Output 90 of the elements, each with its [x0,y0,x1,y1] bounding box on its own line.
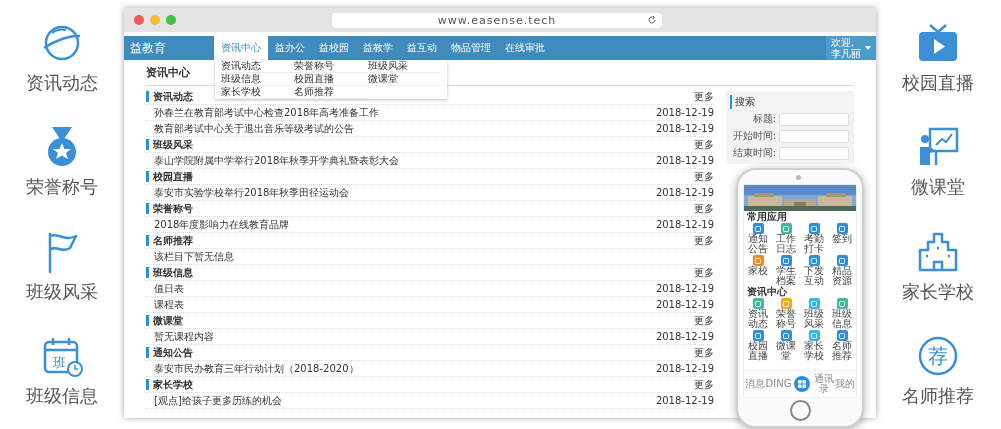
section-title: 资讯动态 [146,91,193,102]
section-title: 班级风采 [146,139,193,150]
field-label: 开始时间: [731,129,776,143]
section-title: 家长学校 [146,379,193,390]
app-shortcut[interactable]: 荣誉称号 [772,298,800,329]
app-shortcut[interactable]: 下发互动 [800,255,828,286]
nav-tab[interactable]: 物品管理 [444,36,498,60]
more-link[interactable]: 更多 [694,377,714,392]
feature-label: 名师推荐 [902,383,974,408]
news-date: 2018-12-19 [655,363,714,374]
section-title: 通知公告 [146,347,193,358]
section-title: 资讯中心 [746,286,787,298]
app-shortcut[interactable]: 班级信息 [828,298,856,329]
app-shortcut[interactable]: 学生档案 [772,255,800,286]
section-title: 班级信息 [146,267,193,278]
menu-item[interactable]: 荣誉称号 [294,60,368,73]
address-bar[interactable]: www.easense.tech [332,12,662,28]
menu-item[interactable]: 班级信息 [221,73,295,86]
app-shortcut[interactable]: 签到 [828,223,856,254]
news-date: 2018-12-19 [655,155,714,166]
news-date: 2018-12-19 [655,107,714,118]
more-link[interactable]: 更多 [694,169,714,184]
menu-item[interactable]: 资讯动态 [221,60,295,73]
app-logo: 益教育 [129,39,167,57]
menu-item[interactable]: 家长学校 [221,86,295,99]
app-shortcut[interactable]: 精品资源 [828,255,856,286]
feature-label: 班级风采 [26,279,98,304]
nav-tab[interactable]: 益校园 [312,36,356,60]
feature-label: 荣誉称号 [26,175,98,200]
nav-tab[interactable]: 资讯中心 [214,36,268,60]
section-title: 微课堂 [146,315,183,326]
news-title[interactable]: 2018年度影响力在线教育品牌 [154,217,290,232]
feature-label: 微课堂 [911,175,965,200]
news-date: 2018-12-19 [655,123,714,134]
feature-label: 家长学校 [902,279,974,304]
menu-item[interactable]: 名师推荐 [294,86,368,99]
feature-label: 校园直播 [902,71,974,96]
news-title[interactable]: 课程表 [154,297,184,312]
more-link[interactable]: 更多 [694,89,714,104]
app-shortcut[interactable]: 工作日志 [772,223,800,254]
app-shortcut[interactable]: 名师推荐 [828,330,856,361]
nav-tab[interactable]: 在线审批 [498,36,552,60]
tab-item[interactable]: DING [765,379,792,389]
field-label: 结束时间: [731,146,776,160]
news-title[interactable]: [观点]给孩子更多历练的机会 [154,393,282,408]
section-title: 荣誉称号 [146,203,193,214]
field-label: 标题: [751,112,776,126]
feature-label: 班级信息 [26,383,98,408]
news-title[interactable]: 暂无课程内容 [154,329,214,344]
more-link[interactable]: 更多 [694,201,714,216]
app-shortcut[interactable]: 家校 [744,255,772,286]
news-date: 2018-12-19 [655,331,714,342]
tab-item[interactable]: 通讯录 [812,374,835,394]
more-link[interactable]: 更多 [694,345,714,360]
news-date: 2018-12-19 [655,283,714,294]
app-shortcut[interactable]: 通知公告 [744,223,772,254]
panel-title: 搜索 [730,95,850,109]
news-title[interactable]: 孙春兰在教育部考试中心检查2018年高考准备工作 [154,105,380,120]
section-title: 常用应用 [746,211,788,223]
section-title: 校园直播 [146,171,193,182]
tab-item[interactable]: 我的 [834,379,856,389]
app-shortcut[interactable]: 微课堂 [772,330,800,361]
news-date: 2018-12-19 [655,219,714,230]
app-shortcut[interactable]: 资讯动态 [744,298,772,329]
news-date: 2018-12-19 [655,187,714,198]
news-date: 2018-12-19 [655,299,714,310]
news-date: 2018-12-19 [655,395,714,406]
menu-item[interactable]: 微课堂 [367,73,441,86]
app-shortcut[interactable]: 考勤打卡 [800,223,828,254]
menu-item[interactable]: 班级风采 [367,60,441,73]
menu-item[interactable]: 校园直播 [294,73,368,86]
more-link[interactable]: 更多 [694,233,714,248]
app-shortcut[interactable]: 家长学校 [800,330,828,361]
news-title[interactable]: 泰山学院附属中学举行2018年秋季开学典礼暨表彰大会 [154,153,400,168]
section-title: 名师推荐 [146,235,193,246]
more-link[interactable]: 更多 [694,265,714,280]
app-shortcut[interactable]: 校园直播 [744,330,772,361]
nav-tab[interactable]: 益办公 [268,36,312,60]
tab-item[interactable]: 消息 [744,379,766,389]
nav-tab[interactable]: 益互动 [400,36,444,60]
news-title[interactable]: 教育部考试中心关于退出音乐等级考试的公告 [154,121,354,136]
nav-tab[interactable]: 益教学 [356,36,400,60]
more-link[interactable]: 更多 [694,313,714,328]
more-link[interactable]: 更多 [694,137,714,152]
news-title[interactable]: 该栏目下暂无信息 [154,249,234,264]
news-title[interactable]: 泰安市实验学校举行2018年秋季田径运动会 [154,185,350,200]
news-title[interactable]: 值日表 [154,281,184,296]
app-shortcut[interactable]: 班级风采 [800,298,828,329]
news-title[interactable]: 泰安市民办教育三年行动计划（2018-2020） [154,361,359,376]
feature-label: 资讯动态 [26,71,98,96]
